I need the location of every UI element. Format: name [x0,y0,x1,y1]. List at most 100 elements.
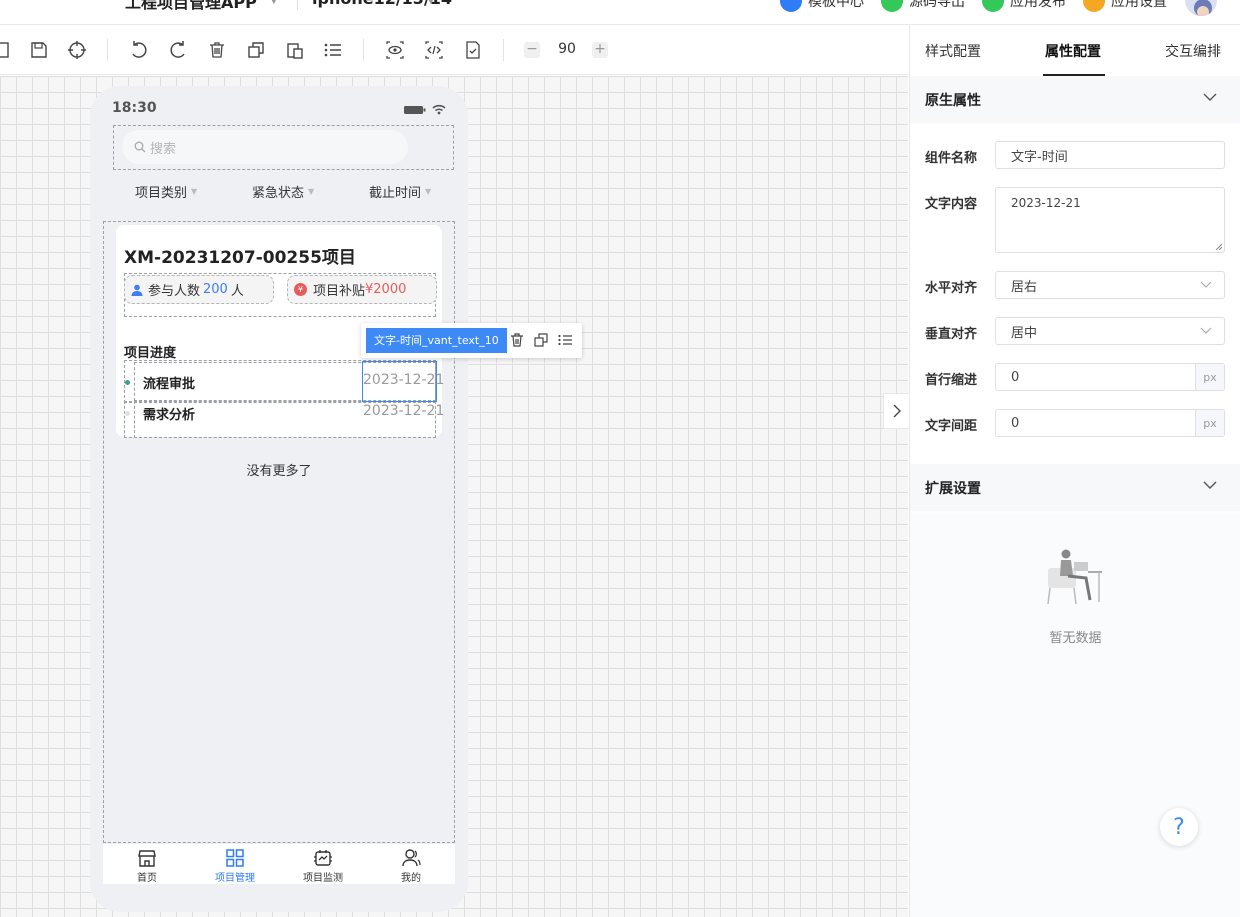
publish-icon[interactable] [982,0,1004,12]
unit-label: px [1195,410,1224,436]
avatar[interactable] [1183,0,1219,18]
participants-label: 参与人数 [148,284,201,299]
unit-label: px [1195,364,1224,390]
project-title: XM-20231207-00255项目 [124,248,356,268]
horizontal-align-select[interactable]: 居右 [995,271,1225,299]
copy-icon[interactable] [533,332,549,348]
expand-panel-button[interactable] [883,393,909,429]
search-input[interactable]: 搜索 [122,130,408,164]
letter-spacing-label: 文字间距 [925,419,978,434]
horizontal-align-label: 水平对齐 [925,281,978,296]
code-icon[interactable] [423,39,445,61]
chevron-down-icon [1203,481,1217,489]
extend-settings-header[interactable]: 扩展设置 [910,464,1240,511]
locate-icon[interactable] [66,39,88,61]
tab-project-management[interactable]: 项目管理 [191,844,279,884]
chevron-right-icon [893,404,901,418]
export-code-link[interactable]: 源码导出 [909,0,965,11]
participants-unit: 人 [230,284,244,299]
template-icon[interactable] [780,0,802,12]
input-value: 2023-12-21 [1011,196,1081,210]
tab-property-config[interactable]: 属性配置 [1045,41,1101,61]
layers-list-icon[interactable] [557,332,573,348]
tab-bar: 首页 项目管理 项目监测 我的 [103,844,455,884]
phone-preview: 18:30 搜索 项目类别 ▼ 紧急状态 ▼ 截止时间 ▼ XM-20231207-0… [90,86,468,912]
layers-list-icon[interactable] [322,39,344,61]
app-name[interactable]: 工程项目管理APP [125,0,257,13]
text-content-textarea[interactable]: 2023-12-21 [995,187,1225,253]
preview-icon[interactable] [384,39,406,61]
input-value: 文字-时间 [1011,149,1068,165]
select-value: 居右 [1011,279,1038,295]
divider [297,0,298,10]
redo-icon[interactable] [167,39,189,61]
app-settings-link[interactable]: 应用设置 [1111,0,1167,11]
letter-spacing-input[interactable]: 0 px [995,409,1225,437]
native-properties-header[interactable]: 原生属性 [910,76,1240,123]
search-icon [134,141,146,153]
input-value: 0 [1011,369,1020,385]
divider [107,39,108,61]
component-tag[interactable]: 文字-时间_vant_text_10 [366,328,507,353]
delete-icon[interactable] [509,332,525,348]
first-line-indent-input[interactable]: 0 px [995,363,1225,391]
filter-project-type[interactable]: 项目类别 ▼ [135,182,197,201]
chevron-down-icon [1203,93,1217,101]
editor-toolbar: − 90 + [0,25,908,75]
step-dot-active [125,380,130,385]
caret-down-icon: ▼ [308,187,315,196]
filter-deadline[interactable]: 截止时间 ▼ [369,182,431,201]
paste-icon[interactable] [284,39,306,61]
section-title: 扩展设置 [925,480,981,497]
subsidy-value: ¥2000 [365,282,407,297]
export-icon[interactable] [881,0,903,12]
zoom-level: 90 [558,41,576,57]
empty-text: 暂无数据 [1049,631,1102,646]
step-date[interactable]: 2023-12-21 [363,372,444,388]
template-center-link[interactable]: 模板中心 [808,0,864,11]
undo-icon[interactable] [128,39,150,61]
tab-home[interactable]: 首页 [103,844,191,884]
subsidy-tag[interactable]: ¥ 项目补贴 ¥2000 [287,275,437,304]
delete-icon[interactable] [206,39,228,61]
filter-label: 项目类别 [135,186,188,201]
step-dot [125,411,130,416]
yuan-icon: ¥ [294,283,307,296]
tab-label: 项目管理 [215,873,255,884]
app-dropdown-arrow-icon[interactable]: ▼ [270,0,278,6]
vertical-align-select[interactable]: 居中 [995,317,1225,345]
copy-icon[interactable] [245,39,267,61]
empty-illustration-icon [1047,549,1102,605]
zoom-out-button[interactable]: − [524,42,540,58]
tab-interaction[interactable]: 交互编排 [1165,41,1221,61]
tab-style-config[interactable]: 样式配置 [925,41,981,61]
resize-handle-icon[interactable] [1215,243,1222,250]
tab-mine[interactable]: 我的 [367,844,455,884]
step-name: 流程审批 [143,377,196,392]
empty-state: 暂无数据 ? [910,513,1240,917]
component-name-label: 组件名称 [925,151,978,166]
component-name-input[interactable]: 文字-时间 [995,141,1225,169]
vertical-align-label: 垂直对齐 [925,327,978,342]
save-icon[interactable] [28,39,50,61]
step-date[interactable]: 2023-12-21 [363,403,444,419]
home-icon [138,850,156,867]
no-more-text: 没有更多了 [246,464,312,479]
participants-tag[interactable]: 参与人数 200 人 [124,275,274,304]
tab-project-monitor[interactable]: 项目监测 [279,844,367,884]
section-title: 原生属性 [925,92,981,109]
validate-icon[interactable] [462,39,484,61]
progress-title: 项目进度 [124,346,177,361]
export-file-icon[interactable] [0,39,14,61]
zoom-in-button[interactable]: + [592,42,608,58]
subsidy-label: 项目补贴 [313,284,366,299]
search-placeholder: 搜索 [150,141,177,157]
component-toolbar: 文字-时间_vant_text_10 [361,323,582,358]
help-button[interactable]: ? [1160,808,1198,846]
filter-urgency[interactable]: 紧急状态 ▼ [252,182,314,201]
device-dropdown-arrow-icon[interactable]: ▼ [427,0,435,6]
publish-app-link[interactable]: 应用发布 [1010,0,1066,11]
battery-icon [404,106,426,114]
settings-icon[interactable] [1083,0,1105,12]
step-name: 需求分析 [143,408,196,423]
